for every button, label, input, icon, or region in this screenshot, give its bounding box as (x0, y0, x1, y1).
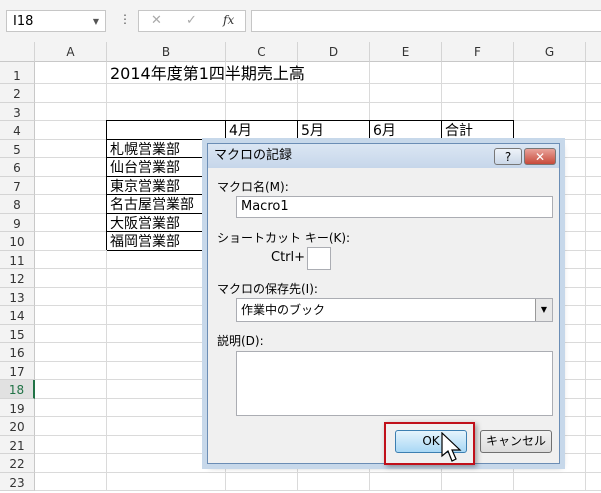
row-header[interactable]: 3 (0, 102, 35, 121)
column-header[interactable]: C (226, 42, 298, 62)
row-header[interactable]: 10 (0, 232, 35, 251)
store-macro-label: マクロの保存先(I): (217, 282, 318, 296)
more-icon[interactable]: ⋮ (119, 12, 131, 26)
cancel-icon[interactable]: ✕ (151, 13, 162, 28)
row-header[interactable]: 19 (0, 398, 35, 417)
description-input[interactable] (236, 351, 553, 416)
column-header[interactable] (586, 42, 601, 62)
row-header[interactable]: 9 (0, 213, 35, 232)
row-header[interactable]: 7 (0, 176, 35, 195)
record-macro-dialog: マクロの記録 ? ✕ マクロ名(M): Macro1 ショートカット キー(K)… (207, 143, 560, 464)
gridline (35, 471, 601, 473)
column-header[interactable]: D (298, 42, 370, 62)
table-border (107, 120, 514, 121)
store-macro-select[interactable]: 作業中のブック ▼ (236, 298, 553, 322)
branch-cell[interactable]: 名古屋営業部 (107, 195, 194, 214)
row-header[interactable]: 22 (0, 454, 35, 473)
column-header[interactable]: F (442, 42, 514, 62)
mouse-cursor-icon (441, 432, 462, 462)
close-button[interactable]: ✕ (524, 148, 556, 165)
row-header[interactable]: 5 (0, 139, 35, 158)
branch-cell[interactable]: 仙台営業部 (107, 158, 180, 177)
select-all-corner[interactable] (0, 42, 35, 62)
row-header[interactable]: 20 (0, 417, 35, 436)
row-header[interactable]: 1 (0, 62, 35, 84)
row-header[interactable]: 13 (0, 287, 35, 306)
table-border (107, 138, 514, 140)
row-header[interactable]: 11 (0, 250, 35, 269)
help-button[interactable]: ? (494, 148, 522, 165)
column-header[interactable]: E (370, 42, 442, 62)
header-cell[interactable]: 合計 (442, 121, 473, 140)
row-header[interactable]: 17 (0, 361, 35, 380)
gridline (35, 490, 601, 491)
row-header[interactable]: 12 (0, 269, 35, 288)
enter-icon[interactable]: ✓ (186, 13, 197, 28)
row-header[interactable]: 23 (0, 472, 35, 491)
function-icon[interactable]: fx (223, 13, 234, 27)
formula-input[interactable] (251, 10, 601, 32)
header-cell[interactable]: 4月 (226, 121, 252, 140)
row-header[interactable]: 2 (0, 84, 35, 103)
formula-bar: I18 ▼ ⋮ ✕ ✓ fx (0, 0, 601, 43)
row-header[interactable]: 14 (0, 306, 35, 325)
table-border (106, 120, 107, 250)
macro-name-label: マクロ名(M): (217, 180, 289, 194)
gridline (35, 101, 601, 103)
branch-cell[interactable]: 札幌営業部 (107, 140, 180, 159)
shortcut-key-input[interactable] (307, 247, 331, 270)
row-header[interactable]: 15 (0, 324, 35, 343)
row-header[interactable]: 18 (0, 380, 35, 399)
header-cell[interactable]: 6月 (370, 121, 396, 140)
chevron-down-icon[interactable]: ▼ (93, 11, 99, 33)
cancel-button[interactable]: キャンセル (480, 430, 552, 453)
row-header[interactable]: 4 (0, 121, 35, 140)
macro-name-input[interactable]: Macro1 (236, 196, 553, 218)
header-cell[interactable]: 5月 (298, 121, 324, 140)
row-header[interactable]: 16 (0, 343, 35, 362)
shortcut-label: ショートカット キー(K): (217, 231, 351, 245)
name-box[interactable]: I18 ▼ (6, 10, 106, 32)
title-cell[interactable]: 2014年度第1四半期売上高 (107, 62, 305, 84)
column-header[interactable]: A (35, 42, 107, 62)
description-label: 説明(D): (217, 334, 264, 348)
row-header[interactable]: 6 (0, 158, 35, 177)
column-header[interactable]: G (514, 42, 586, 62)
branch-cell[interactable]: 大阪営業部 (107, 214, 180, 233)
gridline (585, 62, 586, 490)
branch-cell[interactable]: 福岡営業部 (107, 232, 180, 251)
row-header[interactable]: 8 (0, 195, 35, 214)
formula-buttons: ✕ ✓ fx (138, 10, 246, 32)
column-header[interactable]: B (107, 42, 226, 62)
row-header[interactable]: 21 (0, 435, 35, 454)
chevron-down-icon[interactable]: ▼ (535, 299, 552, 321)
ctrl-label: Ctrl+ (271, 250, 306, 265)
branch-cell[interactable]: 東京営業部 (107, 177, 180, 196)
